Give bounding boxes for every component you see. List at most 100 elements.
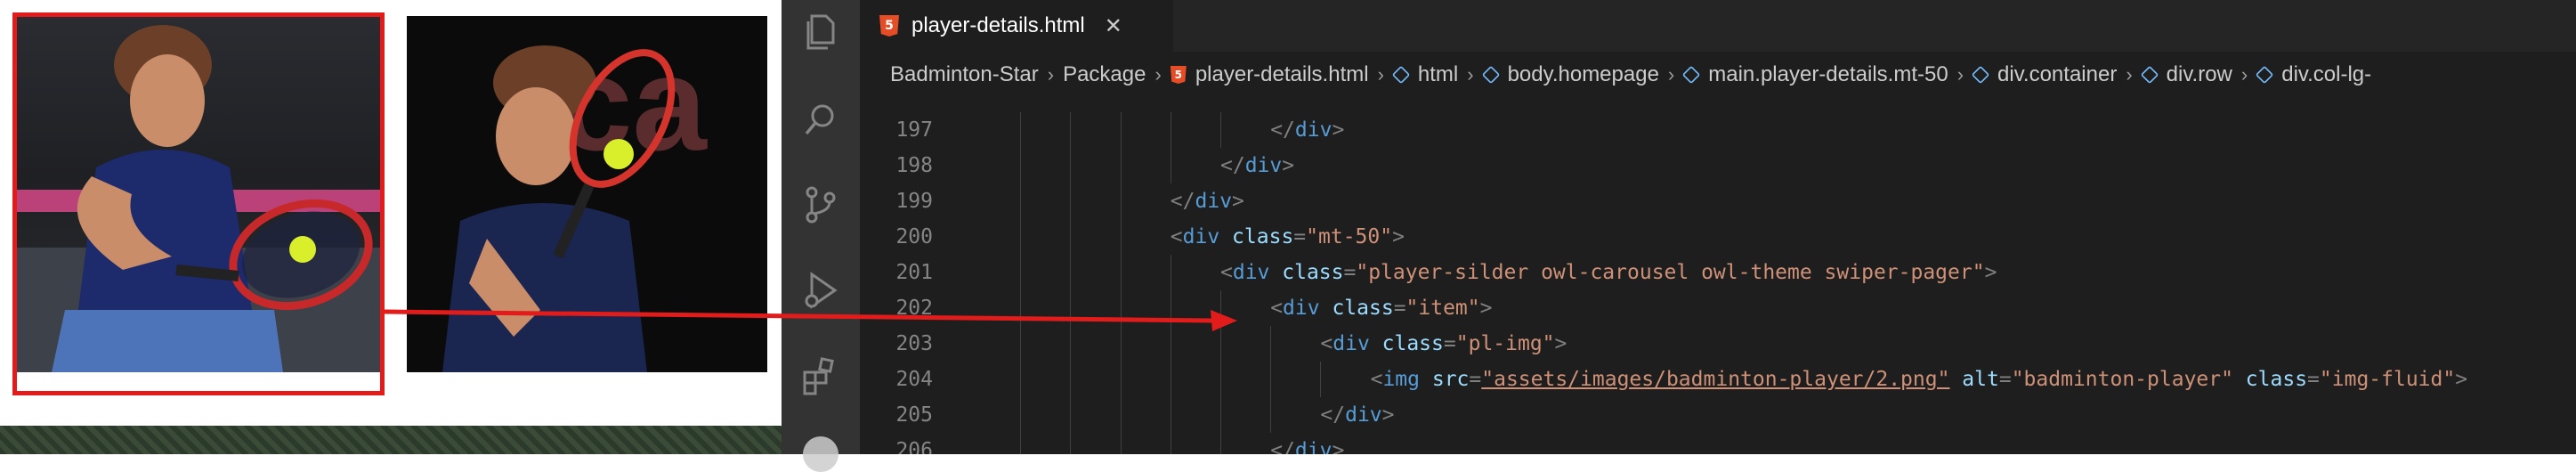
code-token: div [1195, 190, 1233, 213]
code-token: < [1220, 261, 1233, 284]
symbol-icon [1682, 65, 1701, 85]
indent-guide [1320, 362, 1322, 397]
code-token: < [1270, 297, 1284, 320]
code-token: < [1170, 225, 1183, 248]
indent-guide [1070, 148, 1072, 183]
indent-guide [1020, 290, 1022, 326]
code-token: class [1219, 225, 1294, 248]
breadcrumb-item[interactable]: body.homepage [1481, 62, 1659, 87]
breadcrumb-item[interactable]: div.container [1971, 62, 2118, 87]
code-line[interactable]: 198 </div> [860, 148, 2576, 183]
breadcrumb-label: Badminton-Star [890, 62, 1039, 86]
line-number: 202 [895, 297, 933, 320]
breadcrumb-label: div.container [1997, 62, 2118, 86]
symbol-icon [1391, 65, 1411, 85]
code-token: > [1282, 154, 1295, 177]
breadcrumb-item[interactable]: Package [1063, 62, 1146, 87]
code-token: = [1393, 297, 1406, 320]
indent-guide [1020, 255, 1022, 290]
indent-guide [1220, 362, 1221, 397]
code-token: </ [1320, 403, 1346, 427]
indent-guide [1070, 255, 1072, 290]
code-line[interactable]: 197 </div> [860, 112, 2576, 148]
indent-guide [1070, 290, 1072, 326]
tab-player-details[interactable]: 5 player-details.html ✕ [860, 0, 1173, 52]
breadcrumb-item[interactable]: html [1391, 62, 1459, 87]
indent-guide [1120, 183, 1122, 219]
code-token: > [1479, 297, 1493, 320]
code-line[interactable]: 202 <div class="item"> [860, 290, 2576, 326]
code-token: div [1345, 403, 1382, 427]
code-token: "mt-50" [1306, 225, 1393, 248]
indent-guide [1120, 255, 1122, 290]
indent-guide [1070, 326, 1072, 362]
code-text: <div class="item"> [1270, 290, 1492, 326]
indent-guide [1020, 183, 1022, 219]
indent-guide [1270, 362, 1272, 397]
line-number: 197 [895, 118, 933, 142]
code-text: </div> [1270, 112, 1344, 148]
code-token: div [1333, 332, 1370, 355]
indent-guide [1020, 219, 1022, 255]
html5-icon: 5 [1170, 66, 1187, 84]
breadcrumb-item[interactable]: 5 player-details.html [1170, 62, 1369, 87]
code-line[interactable]: 199 </div> [860, 183, 2576, 219]
code-text: <div class="mt-50"> [1171, 219, 1405, 255]
close-icon[interactable]: ✕ [1105, 13, 1122, 38]
breadcrumb-item[interactable]: Badminton-Star [890, 62, 1039, 87]
indent-guide [1020, 112, 1022, 148]
code-token: div [1283, 297, 1320, 320]
run-debug-icon[interactable] [799, 269, 842, 312]
code-token: = [2307, 368, 2320, 391]
line-number: 199 [895, 190, 933, 213]
code-token: src [1420, 368, 1470, 391]
breadcrumb-item[interactable]: main.player-details.mt-50 [1682, 62, 1948, 87]
indent-guide [1120, 290, 1122, 326]
code-line[interactable]: 203 <div class="pl-img"> [860, 326, 2576, 362]
code-token: > [2455, 368, 2468, 391]
code-token: = [1998, 368, 2012, 391]
code-token: div [1244, 154, 1283, 177]
symbol-icon [2256, 65, 2274, 85]
breadcrumb: Badminton-Star › Package › 5 player-details.h… [860, 52, 2576, 98]
code-line[interactable]: 200 <div class="mt-50"> [860, 219, 2576, 255]
code-text: </div> [1270, 433, 1344, 454]
code-line[interactable]: 204 <img src="assets/images/badminton-pla… [860, 362, 2576, 397]
extensions-icon[interactable] [799, 356, 842, 399]
code-text: <div class="player-silder owl-carousel o… [1220, 255, 1997, 290]
code-token: class [1269, 261, 1344, 284]
symbol-icon [1481, 65, 1500, 85]
chevron-right-icon: › [2240, 63, 2248, 85]
source-control-icon[interactable] [799, 183, 842, 226]
chevron-right-icon: › [1377, 63, 1384, 85]
search-icon[interactable] [799, 98, 842, 141]
code-line[interactable]: 206 </div> [860, 433, 2576, 454]
code-token: "badminton-player" [2011, 368, 2233, 391]
breadcrumb-label: html [1417, 62, 1459, 86]
indent-guide [1020, 397, 1022, 433]
code-token: > [1332, 118, 1345, 142]
indent-guide [1120, 148, 1122, 183]
breadcrumb-item[interactable]: div.row [2140, 62, 2232, 87]
line-number: 204 [895, 368, 933, 391]
player-photo-2[interactable]: ca [407, 16, 767, 372]
code-line[interactable]: 205 </div> [860, 397, 2576, 433]
selection-highlight-box [12, 12, 385, 395]
code-token: div [1294, 118, 1333, 142]
line-number: 200 [895, 225, 933, 248]
breadcrumb-label: div.row [2166, 62, 2232, 86]
chevron-right-icon: › [1047, 63, 1055, 85]
indent-guide [1270, 397, 1272, 433]
breadcrumb-item[interactable]: div.col-lg- [2256, 62, 2371, 87]
code-token: img [1382, 368, 1420, 391]
indent-guide [1070, 112, 1072, 148]
explorer-icon[interactable] [799, 11, 842, 53]
account-icon[interactable] [803, 436, 838, 472]
breadcrumb-label: main.player-details.mt-50 [1708, 62, 1948, 86]
player-image-2: ca [407, 16, 767, 372]
code-area[interactable]: 197 </div> 198 </div> 199 </div> 200 <div class… [860, 98, 2576, 454]
code-text: <img src="assets/images/badminton-player… [1371, 362, 2468, 397]
code-token: "img-fluid" [2319, 368, 2456, 391]
code-line[interactable]: 201 <div class="player-silder owl-carouse… [860, 255, 2576, 290]
indent-guide [1270, 326, 1272, 362]
